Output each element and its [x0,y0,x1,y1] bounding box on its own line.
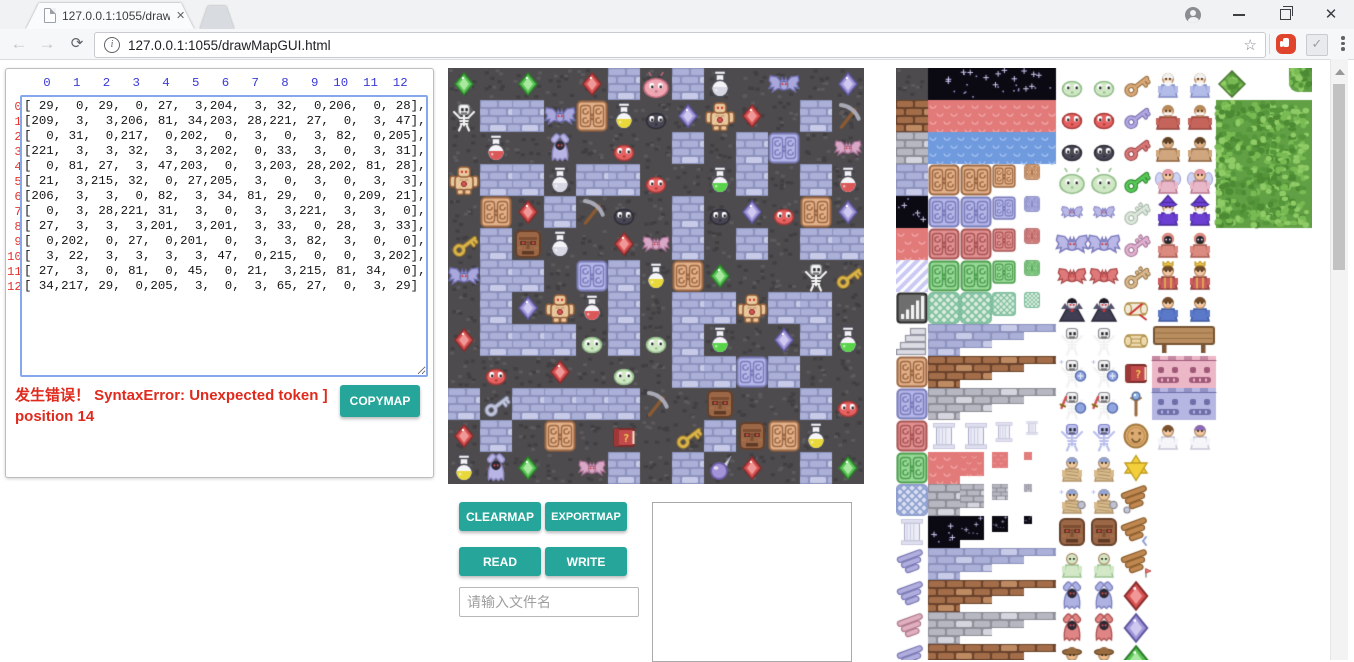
browser-tab[interactable]: 127.0.0.1:1055/drawMa ✕ [26,3,194,29]
tab-title: 127.0.0.1:1055/drawMa [62,9,170,23]
restore-icon [1280,9,1291,20]
map-matrix-textarea[interactable] [20,95,428,377]
matrix-column-headers: 0 1 2 3 4 5 6 7 8 9 10 11 12 [21,76,408,90]
tab-close-icon[interactable]: ✕ [176,9,185,22]
write-button[interactable]: WRITE [545,547,627,576]
toolbar-divider [1269,34,1270,54]
exportmap-button[interactable]: EXPORTMAP [545,502,627,531]
page-info-icon[interactable]: i [104,37,120,53]
back-button[interactable]: ← [8,33,30,55]
person-icon [1185,7,1201,23]
close-icon: ✕ [1325,7,1338,22]
tileset-palette-canvas[interactable] [896,68,1312,660]
minimize-icon [1233,14,1245,16]
map-editor-panel: 0 1 2 3 4 5 6 7 8 9 10 11 12 0 1 2 3 4 5… [5,68,434,478]
url-text: 127.0.0.1:1055/drawMapGUI.html [128,38,331,53]
page-scrollbar[interactable] [1330,59,1348,660]
profile-button[interactable] [1170,0,1216,29]
matrix-row-headers: 0 1 2 3 4 5 6 7 8 9 10 11 12 [7,100,19,295]
bookmark-star-icon[interactable]: ☆ [1244,36,1257,54]
page-favicon-icon [44,8,56,23]
forward-button[interactable]: → [36,33,58,55]
scrollbar-thumb[interactable] [1333,84,1345,270]
scrollbar-up-arrow-icon[interactable] [1335,69,1345,75]
map-canvas[interactable] [448,68,864,484]
copymap-button[interactable]: COPYMAP [340,385,420,417]
export-output-box[interactable] [652,502,852,662]
url-bar[interactable]: i 127.0.0.1:1055/drawMapGUI.html ☆ [94,32,1266,58]
error-message: 发生错误！ SyntaxError: Unexpected token ] po… [15,385,347,427]
reload-button[interactable]: ⟳ [66,33,88,55]
minimize-button[interactable] [1216,0,1262,29]
new-tab-button[interactable] [200,6,234,29]
restore-button[interactable] [1262,0,1308,29]
filename-input[interactable] [459,587,639,617]
clearmap-button[interactable]: CLEARMAP [459,502,541,531]
checkbox-extension-icon[interactable]: ✓ [1306,34,1328,56]
browser-menu-button[interactable] [1340,34,1346,54]
browser-toolbar: ← → ⟳ i 127.0.0.1:1055/drawMapGUI.html ☆… [0,29,1354,60]
read-button[interactable]: READ [459,547,541,576]
close-button[interactable]: ✕ [1308,0,1354,29]
browser-titlebar: 127.0.0.1:1055/drawMa ✕ ✕ [0,0,1354,29]
adblock-extension-icon[interactable] [1276,34,1296,54]
